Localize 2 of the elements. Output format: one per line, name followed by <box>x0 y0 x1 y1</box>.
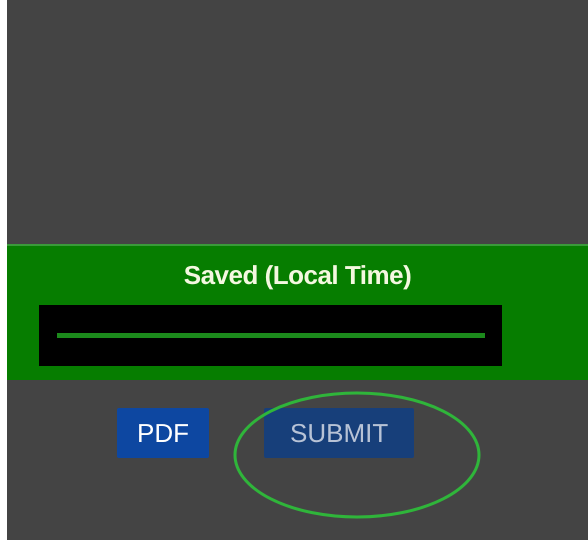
action-button[interactable]: PDF <box>117 408 209 458</box>
banner-title: Saved (Local Time) <box>184 260 412 291</box>
